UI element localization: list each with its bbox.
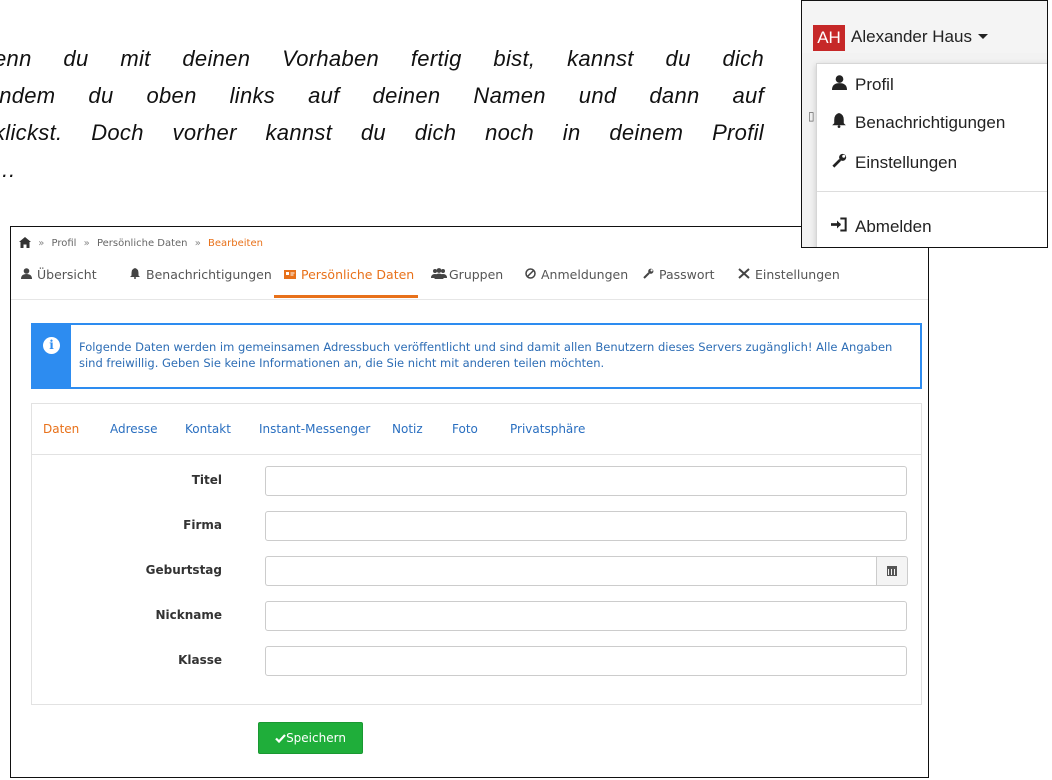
info-icon: i xyxy=(43,337,60,354)
user-name: Alexander Haus xyxy=(851,27,972,46)
wrench-icon xyxy=(641,267,655,282)
breadcrumb: » Profil » Persönliche Daten » Bearbeite… xyxy=(19,237,263,249)
firma-input[interactable] xyxy=(265,511,907,541)
bell-icon xyxy=(829,113,849,133)
breadcrumb-profil[interactable]: Profil xyxy=(52,238,77,249)
titel-input[interactable] xyxy=(265,466,907,496)
menu-item-einstellungen[interactable]: Einstellungen xyxy=(829,153,957,173)
instruction-text: enn du mit deinen Vorhaben fertig bist, … xyxy=(0,40,764,188)
user-name-toggle[interactable]: Alexander Haus xyxy=(851,27,988,47)
nav-label: Passwort xyxy=(659,267,715,282)
geburtstag-input[interactable] xyxy=(265,556,876,586)
menu-item-label: Einstellungen xyxy=(855,153,958,172)
label-nickname: Nickname xyxy=(155,608,222,622)
tab-adresse[interactable]: Adresse xyxy=(110,422,158,436)
nav-passwort[interactable]: Passwort xyxy=(641,267,715,282)
breadcrumb-bearbeiten: Bearbeiten xyxy=(208,238,263,249)
calendar-icon xyxy=(887,566,897,576)
nav-label: Benachrichtigungen xyxy=(146,267,272,282)
label-firma: Firma xyxy=(183,518,222,532)
tab-foto[interactable]: Foto xyxy=(452,422,478,436)
nav-anmeldungen[interactable]: Anmeldungen xyxy=(523,267,628,282)
instruction-line: enn du mit deinen Vorhaben fertig bist, … xyxy=(0,46,764,71)
alert-message: Folgende Daten werden im gemeinsamen Adr… xyxy=(79,340,893,370)
menu-item-label: Profil xyxy=(855,75,894,94)
user-menu-screenshot: AH Alexander Haus ▯ Profil Benachrichtig… xyxy=(801,0,1048,248)
label-geburtstag: Geburtstag xyxy=(145,563,222,577)
tab-instant-messenger[interactable]: Instant-Messenger xyxy=(259,422,370,436)
profile-nav: Übersicht Benachrichtigungen Persönliche… xyxy=(11,257,928,298)
logout-icon xyxy=(829,217,849,237)
menu-item-benachrichtigungen[interactable]: Benachrichtigungen xyxy=(829,113,1005,133)
menu-item-label: Benachrichtigungen xyxy=(855,113,1006,132)
home-icon[interactable] xyxy=(19,237,31,249)
user-bar[interactable]: AH Alexander Haus xyxy=(802,1,1047,53)
menu-divider xyxy=(817,191,1047,192)
label-klasse: Klasse xyxy=(178,653,222,667)
bell-icon xyxy=(128,267,142,282)
label-titel: Titel xyxy=(191,473,222,487)
info-alert: i Folgende Daten werden im gemeinsamen A… xyxy=(31,323,922,389)
group-icon xyxy=(431,267,447,282)
nav-uebersicht[interactable]: Übersicht xyxy=(19,267,97,282)
data-panel: Daten Adresse Kontakt Instant-Messenger … xyxy=(31,403,922,705)
nav-label: Persönliche Daten xyxy=(301,267,415,282)
divider xyxy=(11,299,928,300)
nav-persoenliche-daten[interactable]: Persönliche Daten xyxy=(283,267,414,282)
menu-item-abmelden[interactable]: Abmelden xyxy=(829,217,932,237)
instruction-line: … xyxy=(0,151,764,188)
breadcrumb-separator: » xyxy=(83,238,90,249)
avatar: AH xyxy=(813,25,845,51)
nav-label: Anmeldungen xyxy=(541,267,629,282)
check-icon xyxy=(275,731,286,745)
save-button[interactable]: Speichern xyxy=(258,722,363,754)
breadcrumb-separator: » xyxy=(38,238,45,249)
menu-item-label: Abmelden xyxy=(855,217,932,236)
tab-notiz[interactable]: Notiz xyxy=(392,422,423,436)
tab-daten[interactable]: Daten xyxy=(43,422,79,436)
tab-privatsphaere[interactable]: Privatsphäre xyxy=(510,422,585,436)
nav-label: Übersicht xyxy=(37,267,97,282)
instruction-line: indem du oben links auf deinen Namen und… xyxy=(0,83,764,108)
menu-item-profil[interactable]: Profil xyxy=(829,75,894,95)
nav-benachrichtigungen[interactable]: Benachrichtigungen xyxy=(128,267,272,282)
wrench-icon xyxy=(829,153,849,173)
nav-einstellungen[interactable]: Einstellungen xyxy=(737,267,840,282)
login-icon xyxy=(523,267,537,282)
user-icon xyxy=(19,267,33,282)
nav-gruppen[interactable]: Gruppen xyxy=(431,267,503,282)
nickname-input[interactable] xyxy=(265,601,907,631)
nav-label: Gruppen xyxy=(449,267,504,282)
user-dropdown-menu: Profil Benachrichtigungen Einstellungen … xyxy=(816,63,1047,247)
calendar-button[interactable] xyxy=(876,556,908,586)
nav-label: Einstellungen xyxy=(755,267,840,282)
profile-screenshot: » Profil » Persönliche Daten » Bearbeite… xyxy=(10,226,929,778)
caret-down-icon xyxy=(977,34,988,39)
data-tabs: Daten Adresse Kontakt Instant-Messenger … xyxy=(32,404,921,455)
save-label: Speichern xyxy=(286,731,346,745)
breadcrumb-separator: » xyxy=(194,238,201,249)
tab-kontakt[interactable]: Kontakt xyxy=(185,422,231,436)
user-icon xyxy=(829,75,849,95)
instruction-line: klickst. Doch vorher kannst du dich noch… xyxy=(0,120,764,145)
id-card-icon xyxy=(283,267,297,282)
klasse-input[interactable] xyxy=(265,646,907,676)
breadcrumb-persoenliche-daten[interactable]: Persönliche Daten xyxy=(97,238,188,249)
active-tab-indicator xyxy=(274,295,418,298)
tools-icon xyxy=(737,267,751,282)
background-fragment: ▯ xyxy=(808,109,815,123)
alert-side: i xyxy=(33,325,71,387)
